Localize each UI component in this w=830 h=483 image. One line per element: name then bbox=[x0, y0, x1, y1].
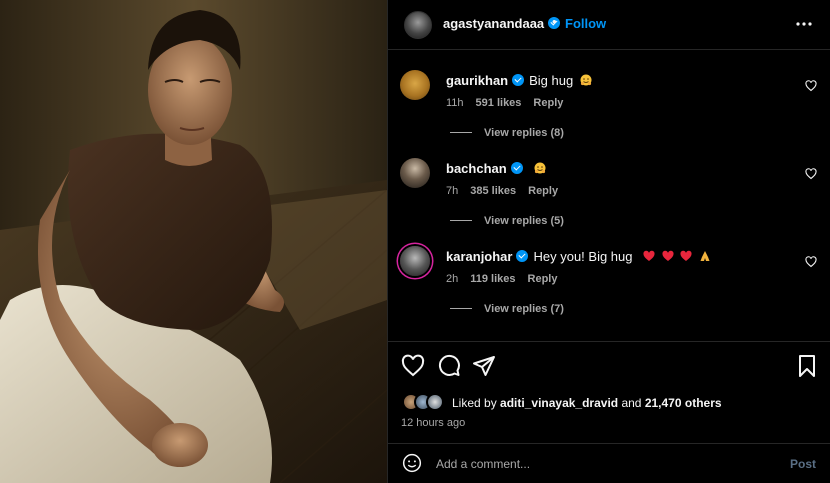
liked-by-others-link[interactable]: 21,470 others bbox=[645, 396, 722, 410]
author-username[interactable]: agastyanandaaa bbox=[443, 16, 561, 31]
commenter-avatar[interactable] bbox=[400, 158, 430, 188]
red-heart-emoji-icon bbox=[662, 250, 674, 261]
comment-time: 2h bbox=[446, 273, 459, 285]
heart-icon[interactable] bbox=[401, 354, 425, 378]
comment-meta: 7h 385 likes Reply bbox=[446, 185, 570, 197]
view-replies-button[interactable]: View replies (8) bbox=[450, 127, 564, 139]
comment-icon[interactable] bbox=[437, 354, 461, 378]
replies-dash bbox=[450, 308, 472, 309]
reply-button[interactable]: Reply bbox=[533, 97, 563, 109]
comment-likes[interactable]: 385 likes bbox=[470, 185, 516, 197]
red-heart-emoji-icon bbox=[680, 250, 692, 261]
comment-likes[interactable]: 119 likes bbox=[470, 273, 515, 285]
reply-button[interactable]: Reply bbox=[528, 273, 558, 285]
liker-avatar bbox=[426, 393, 444, 411]
send-icon[interactable] bbox=[472, 354, 496, 378]
post-timestamp[interactable]: 12 hours ago bbox=[401, 417, 465, 429]
view-replies-button[interactable]: View replies (5) bbox=[450, 215, 564, 227]
comment-username[interactable]: karanjohar bbox=[446, 249, 512, 264]
comment-meta: 2h 119 likes Reply bbox=[446, 273, 570, 285]
comment-time: 7h bbox=[446, 185, 459, 197]
liked-by-prefix: Liked by bbox=[452, 396, 497, 410]
comment-text: Hey you! Big hug bbox=[533, 249, 633, 264]
post-side-panel: agastyanandaaa • Follow gaurikhan Big hug… bbox=[387, 0, 830, 483]
hearts-and-folded-hands-emoji-icon bbox=[640, 249, 711, 264]
view-replies-button[interactable]: View replies (7) bbox=[450, 303, 564, 315]
red-heart-emoji-icon bbox=[643, 250, 655, 261]
comment-time: 11h bbox=[446, 97, 464, 109]
post-photo-illustration bbox=[0, 0, 387, 483]
comment-like-heart-icon[interactable] bbox=[805, 168, 817, 180]
comment-text: Big hug bbox=[529, 73, 574, 88]
liked-by-avatars[interactable] bbox=[402, 393, 452, 411]
reply-button[interactable]: Reply bbox=[528, 185, 558, 197]
hugging-face-emoji-icon bbox=[580, 74, 592, 86]
verified-badge-icon bbox=[510, 162, 523, 174]
comment-line: karanjohar Hey you! Big hug bbox=[446, 249, 711, 264]
post-actions: Liked by aditi_vinayak_dravid and 21,470… bbox=[388, 341, 830, 451]
commenter-avatar[interactable] bbox=[400, 70, 430, 100]
follow-button[interactable]: Follow bbox=[565, 16, 606, 31]
verified-badge-icon bbox=[516, 250, 529, 262]
hugging-face-emoji-icon bbox=[534, 162, 546, 174]
commenter-avatar[interactable] bbox=[400, 246, 430, 276]
liked-by-text: Liked by aditi_vinayak_dravid and 21,470… bbox=[452, 396, 722, 410]
view-replies-label[interactable]: View replies (5) bbox=[484, 215, 564, 227]
liked-by-joiner: and bbox=[621, 396, 642, 410]
emoji-picker-icon[interactable] bbox=[402, 453, 422, 473]
view-replies-label[interactable]: View replies (8) bbox=[484, 127, 564, 139]
bookmark-icon[interactable] bbox=[795, 354, 819, 378]
more-horizontal-icon[interactable] bbox=[792, 12, 816, 36]
verified-badge-icon bbox=[512, 74, 525, 86]
liked-by-user-link[interactable]: aditi_vinayak_dravid bbox=[500, 396, 618, 410]
post-photo bbox=[0, 0, 387, 483]
author-username-text[interactable]: agastyanandaaa bbox=[443, 16, 544, 31]
comments-list: gaurikhan Big hug 11h 591 likes Reply View … bbox=[388, 51, 830, 341]
post-comment-button[interactable]: Post bbox=[790, 457, 816, 471]
comment-meta: 11h 591 likes Reply bbox=[446, 97, 575, 109]
post-header: agastyanandaaa • Follow bbox=[388, 0, 830, 50]
comment-line: gaurikhan Big hug bbox=[446, 73, 592, 88]
comment-input[interactable] bbox=[436, 453, 756, 475]
view-replies-label[interactable]: View replies (7) bbox=[484, 303, 564, 315]
replies-dash bbox=[450, 220, 472, 221]
comment-username[interactable]: gaurikhan bbox=[446, 73, 508, 88]
folded-hands-emoji-icon bbox=[700, 251, 710, 261]
comment-line: bachchan bbox=[446, 161, 546, 176]
replies-dash bbox=[450, 132, 472, 133]
comment-like-heart-icon[interactable] bbox=[805, 256, 817, 268]
header-separator: • bbox=[552, 14, 557, 29]
add-comment-bar: Post bbox=[388, 443, 830, 483]
author-avatar[interactable] bbox=[404, 11, 432, 39]
comment-like-heart-icon[interactable] bbox=[805, 80, 817, 92]
comment-username[interactable]: bachchan bbox=[446, 161, 507, 176]
comment-likes[interactable]: 591 likes bbox=[476, 97, 522, 109]
